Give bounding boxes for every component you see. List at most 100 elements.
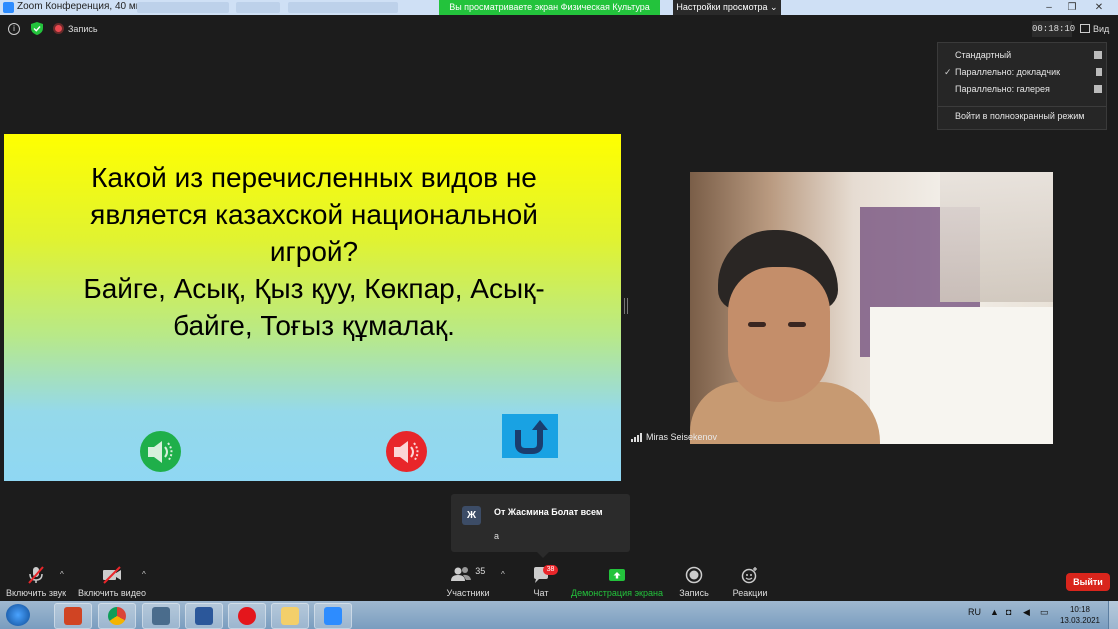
clock-time: 10:18 — [1069, 605, 1091, 614]
view-settings-button[interactable]: Настройки просмотра ⌄ — [673, 0, 781, 15]
menu-item-label: Стандартный — [955, 50, 1012, 60]
language-indicator[interactable]: RU — [968, 607, 981, 617]
chrome-icon — [108, 607, 126, 625]
record-icon — [685, 566, 703, 584]
participants-label: Участники — [446, 588, 490, 598]
taskbar-app-media[interactable] — [142, 603, 180, 629]
menu-item-label: Войти в полноэкранный режим — [955, 111, 1085, 121]
video-person-eye — [788, 322, 806, 327]
slide-line: байге, Тоғыз құмалақ. — [173, 310, 455, 341]
speaker-icon — [148, 441, 173, 463]
chat-sender: От Жасмина Болат всем — [494, 507, 603, 517]
minimize-icon[interactable]: – — [1040, 0, 1058, 15]
participant-video — [690, 172, 1053, 444]
avatar: Ж — [462, 506, 481, 525]
menu-item-label: Параллельно: докладчик — [955, 67, 1061, 77]
speaker-icon — [394, 441, 419, 463]
windows-start-icon[interactable] — [6, 604, 30, 626]
record-button[interactable]: Запись — [675, 566, 713, 598]
video-off-icon — [103, 566, 121, 584]
slide-line: игрой? — [269, 236, 359, 267]
background-tab — [288, 2, 398, 13]
show-desktop-button[interactable] — [1108, 601, 1118, 629]
leave-button[interactable]: Выйти — [1066, 573, 1110, 591]
participant-name: Miras Seisekenov — [646, 432, 718, 442]
taskbar-app-chrome[interactable] — [98, 603, 136, 629]
slide-line: Какой из перечисленных видов не — [91, 162, 537, 193]
video-person-eye — [748, 322, 766, 327]
menu-item-fullscreen[interactable]: Войти в полноэкранный режим — [938, 108, 1106, 125]
menu-item-standard[interactable]: Стандартный — [938, 47, 1106, 64]
taskbar-app-opera[interactable] — [228, 603, 266, 629]
background-tab — [236, 2, 280, 13]
start-video-button[interactable]: Включить видео — [76, 566, 148, 598]
taskbar-app-zoom[interactable] — [314, 603, 352, 629]
menu-divider — [938, 106, 1106, 107]
meeting-timer: 00:18:10 — [1032, 21, 1075, 37]
slide-question: Какой из перечисленных видов не является… — [54, 159, 574, 344]
video-person-face — [728, 267, 830, 402]
return-arrow-icon — [515, 420, 548, 454]
media-app-icon — [152, 607, 170, 625]
info-icon[interactable]: i — [8, 23, 20, 35]
chat-notification[interactable]: Ж От Жасмина Болат всем а — [451, 494, 630, 558]
participants-options-caret-icon[interactable]: ^ — [501, 570, 505, 579]
share-screen-icon — [609, 569, 625, 581]
slide-line: Байге, Асық, Қыз қуу, Көкпар, Асық- — [83, 273, 545, 304]
unmute-button[interactable]: Включить звук — [4, 566, 68, 598]
shared-screen-slide: Какой из перечисленных видов не является… — [4, 134, 621, 481]
reactions-button[interactable]: Реакции — [729, 566, 771, 598]
tray-arrow-icon[interactable]: ▲ — [990, 607, 999, 617]
signal-bars-icon — [631, 432, 643, 442]
checkmark-icon: ✓ — [944, 67, 952, 77]
resize-splitter[interactable] — [624, 298, 628, 314]
slide-line: является казахской национальной — [90, 199, 538, 230]
participants-button[interactable]: 35 Участники — [443, 566, 493, 598]
background-tab — [137, 2, 229, 13]
clock-date: 13.03.2021 — [1059, 616, 1101, 625]
view-button[interactable]: Вид — [1080, 21, 1116, 37]
participants-icon — [450, 567, 471, 581]
sound-button-green[interactable] — [140, 431, 181, 472]
audio-options-caret-icon[interactable]: ^ — [60, 570, 64, 579]
view-button-label: Вид — [1093, 24, 1110, 34]
grid-icon — [1080, 24, 1090, 33]
video-background-curtain — [940, 172, 1053, 302]
taskbar-clock[interactable]: 10:18 13.03.2021 — [1058, 604, 1102, 626]
menu-item-side-by-side-speaker[interactable]: ✓ Параллельно: докладчик — [938, 64, 1106, 81]
zoom-icon — [324, 607, 342, 625]
video-options-caret-icon[interactable]: ^ — [142, 570, 146, 579]
tray-app-icon[interactable]: ◘ — [1006, 607, 1011, 617]
close-icon[interactable]: ✕ — [1090, 0, 1108, 15]
muted-microphone-icon — [28, 566, 44, 584]
reactions-label: Реакции — [732, 588, 768, 598]
shield-icon[interactable] — [31, 22, 43, 35]
window-title: Zoom Конференция, 40 мин — [17, 1, 147, 12]
screen-share-banner: Вы просматриваете экран Физическая Культ… — [439, 0, 660, 15]
video-background-window — [870, 307, 1053, 444]
chat-unread-badge: 38 — [543, 565, 558, 575]
sound-button-red[interactable] — [386, 431, 427, 472]
start-video-label: Включить видео — [78, 588, 146, 598]
standard-view-icon — [1094, 51, 1102, 59]
volume-icon[interactable]: ◀ — [1023, 607, 1030, 618]
unmute-label: Включить звук — [5, 588, 67, 598]
menu-item-label: Параллельно: галерея — [955, 84, 1050, 94]
network-icon[interactable]: ▭ — [1040, 607, 1049, 618]
recording-label: Запись — [68, 24, 98, 34]
folder-icon — [281, 607, 299, 625]
opera-icon — [238, 607, 256, 625]
word-icon — [195, 607, 213, 625]
zoom-app-icon — [3, 2, 14, 13]
share-screen-button[interactable]: Демонстрация экрана — [571, 566, 663, 598]
maximize-icon[interactable]: ❐ — [1063, 0, 1081, 15]
share-screen-label: Демонстрация экрана — [571, 588, 663, 598]
return-button[interactable] — [502, 414, 558, 458]
taskbar-app-powerpoint[interactable] — [54, 603, 92, 629]
menu-item-side-by-side-gallery[interactable]: Параллельно: галерея — [938, 81, 1106, 98]
taskbar-app-word[interactable] — [185, 603, 223, 629]
participant-name-label: Miras Seisekenov — [631, 432, 717, 442]
participants-icon-row: 35 — [443, 566, 493, 584]
participants-count: 35 — [475, 566, 486, 576]
taskbar-app-explorer[interactable] — [271, 603, 309, 629]
